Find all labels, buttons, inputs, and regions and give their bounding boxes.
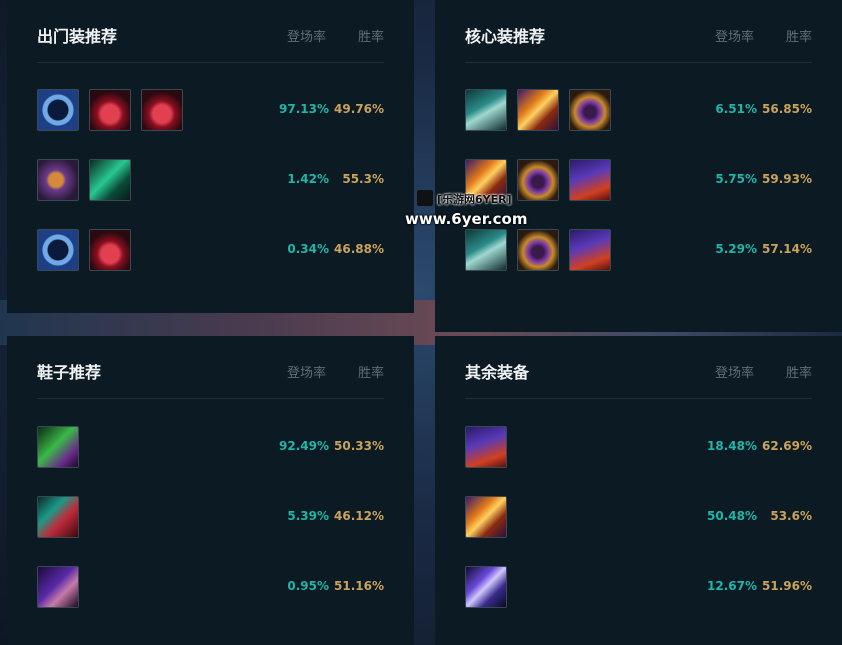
starting-items-panel: 出门装推荐 登场率 胜率 97.13% 49.76% 1.42% 55.3% 0… <box>7 0 414 313</box>
build-row: 0.95% 51.16% <box>37 566 384 610</box>
other-items-panel: 其余装备 登场率 胜率 18.48% 62.69% 50.48% 53.6% 1… <box>435 336 842 645</box>
win-rate-header[interactable]: 胜率 <box>786 26 812 45</box>
build-row: 12.67% 51.96% <box>465 566 812 610</box>
build-row: 5.39% 46.12% <box>37 496 384 540</box>
hat-item-icon[interactable] <box>569 159 611 201</box>
pick-rate: 0.95% <box>287 579 329 593</box>
boots-red-item-icon[interactable] <box>37 496 79 538</box>
staff-item-icon[interactable] <box>465 566 507 608</box>
potion-item-icon[interactable] <box>89 229 131 271</box>
crystal-item-icon[interactable] <box>89 159 131 201</box>
win-rate: 55.3% <box>342 172 384 186</box>
win-rate-header[interactable]: 胜率 <box>786 362 812 381</box>
hat-item-icon[interactable] <box>465 426 507 468</box>
pick-rate-header[interactable]: 登场率 <box>287 362 326 381</box>
build-row: 92.49% 50.33% <box>37 426 384 470</box>
pick-rate: 1.42% <box>287 172 329 186</box>
mask-item-icon[interactable] <box>569 89 611 131</box>
win-rate-header[interactable]: 胜率 <box>358 362 384 381</box>
build-row: 1.42% 55.3% <box>37 159 384 203</box>
build-row: 0.34% 46.88% <box>37 229 384 273</box>
ring-item-icon[interactable] <box>37 89 79 131</box>
win-rate: 51.16% <box>334 579 384 593</box>
panel-header: 鞋子推荐 登场率 胜率 <box>37 356 384 399</box>
pick-rate: 97.13% <box>279 102 329 116</box>
pick-rate: 18.48% <box>707 439 757 453</box>
pick-rate: 92.49% <box>279 439 329 453</box>
pick-rate: 5.75% <box>715 172 757 186</box>
pick-rate-header[interactable]: 登场率 <box>715 26 754 45</box>
hat-item-icon[interactable] <box>569 229 611 271</box>
win-rate: 57.14% <box>762 242 812 256</box>
watermark-text: [乐游网6YER] <box>437 193 512 206</box>
win-rate: 62.69% <box>762 439 812 453</box>
build-row: 6.51% 56.85% <box>465 89 812 133</box>
win-rate-header[interactable]: 胜率 <box>358 26 384 45</box>
boots-green-item-icon[interactable] <box>37 426 79 468</box>
win-rate: 59.93% <box>762 172 812 186</box>
pick-rate: 50.48% <box>707 509 757 523</box>
watermark-logo-icon <box>417 190 433 206</box>
win-rate: 56.85% <box>762 102 812 116</box>
panel-title: 其余装备 <box>465 363 530 382</box>
watermark-url: www.6yer.com <box>405 210 528 228</box>
potion-item-icon[interactable] <box>89 89 131 131</box>
ring-item-icon[interactable] <box>37 229 79 271</box>
potion-item-icon[interactable] <box>141 89 183 131</box>
boots-panel: 鞋子推荐 登场率 胜率 92.49% 50.33% 5.39% 46.12% 0… <box>7 336 414 645</box>
pick-rate: 12.67% <box>707 579 757 593</box>
build-row: 18.48% 62.69% <box>465 426 812 470</box>
panel-header: 核心装推荐 登场率 胜率 <box>465 20 812 63</box>
panel-title: 出门装推荐 <box>37 27 118 46</box>
pick-rate-header[interactable]: 登场率 <box>715 362 754 381</box>
sword-item-icon[interactable] <box>465 496 507 538</box>
win-rate: 51.96% <box>762 579 812 593</box>
core-items-panel: 核心装推荐 登场率 胜率 6.51% 56.85% 5.75% 59.93% 5… <box>435 0 842 332</box>
panel-title: 核心装推荐 <box>465 27 546 46</box>
gunblade-item-icon[interactable] <box>465 89 507 131</box>
pick-rate: 0.34% <box>287 242 329 256</box>
pick-rate: 5.39% <box>287 509 329 523</box>
win-rate: 50.33% <box>334 439 384 453</box>
win-rate: 46.12% <box>334 509 384 523</box>
win-rate: 53.6% <box>770 509 812 523</box>
pick-rate-header[interactable]: 登场率 <box>287 26 326 45</box>
orb-item-icon[interactable] <box>37 159 79 201</box>
build-row: 50.48% 53.6% <box>465 496 812 540</box>
panel-header: 出门装推荐 登场率 胜率 <box>37 20 384 63</box>
pick-rate: 5.29% <box>715 242 757 256</box>
panel-title: 鞋子推荐 <box>37 363 102 382</box>
watermark: [乐游网6YER] www.6yer.com <box>403 188 533 238</box>
boots-purple-item-icon[interactable] <box>37 566 79 608</box>
win-rate: 49.76% <box>334 102 384 116</box>
build-row: 97.13% 49.76% <box>37 89 384 133</box>
panel-header: 其余装备 登场率 胜率 <box>465 356 812 399</box>
sword-item-icon[interactable] <box>517 89 559 131</box>
pick-rate: 6.51% <box>715 102 757 116</box>
win-rate: 46.88% <box>334 242 384 256</box>
